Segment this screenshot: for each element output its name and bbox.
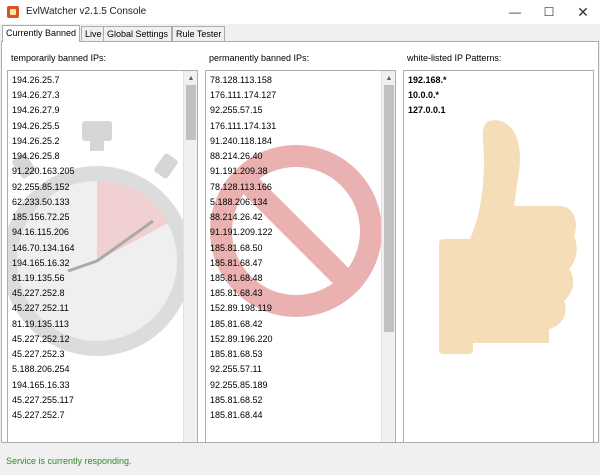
list-item[interactable]: 194.26.25.8: [12, 149, 60, 164]
list-item[interactable]: 81.19.135.56: [12, 271, 65, 286]
list-item[interactable]: 192.168.*: [408, 73, 447, 88]
tab-strip: Currently Banned Live Global Settings Ru…: [0, 25, 600, 42]
permanent-list[interactable]: ▲ ▼ 78.128.113.158176.111.174.12792.255.…: [205, 70, 396, 443]
list-item[interactable]: 194.26.25.2: [12, 134, 60, 149]
list-item[interactable]: 185.81.68.48: [210, 271, 263, 286]
tab-rule-tester[interactable]: Rule Tester: [172, 26, 226, 41]
list-item[interactable]: 185.156.72.25: [12, 210, 70, 225]
list-item[interactable]: 194.165.16.33: [12, 378, 70, 393]
list-item[interactable]: 185.81.68.44: [210, 408, 263, 423]
list-item[interactable]: 91.191.209.38: [210, 164, 268, 179]
list-item[interactable]: 91.240.118.184: [210, 134, 272, 149]
list-item[interactable]: 94.16.115.206: [12, 225, 69, 240]
close-button[interactable]: ✕: [566, 0, 600, 24]
scroll-up-icon[interactable]: ▲: [184, 71, 197, 85]
list-item[interactable]: 45.227.252.3: [12, 347, 65, 362]
list-item[interactable]: 92.255.85.152: [12, 180, 70, 195]
list-item[interactable]: 194.26.27.3: [12, 88, 60, 103]
minimize-button[interactable]: —: [498, 0, 532, 24]
list-item[interactable]: 176.111.174.127: [210, 88, 276, 103]
list-item[interactable]: 45.227.252.7: [12, 408, 65, 423]
list-item[interactable]: 185.81.68.43: [210, 286, 263, 301]
tab-live[interactable]: Live: [81, 26, 106, 41]
list-item[interactable]: 62.233.50.133: [12, 195, 70, 210]
maximize-button[interactable]: ☐: [532, 0, 566, 24]
permanent-scrollbar[interactable]: ▲ ▼: [381, 71, 396, 443]
list-item[interactable]: 88.214.26.40: [210, 149, 263, 164]
window-title: EvlWatcher v2.1.5 Console: [26, 6, 147, 17]
scroll-thumb[interactable]: [186, 85, 196, 140]
status-text: Service is currently responding.: [6, 456, 132, 466]
status-bar: Service is currently responding.: [0, 448, 600, 475]
scroll-down-icon[interactable]: ▼: [382, 442, 396, 443]
list-item[interactable]: 185.81.68.52: [210, 393, 263, 408]
tab-currently-banned[interactable]: Currently Banned: [2, 25, 81, 42]
list-item[interactable]: 176.111.174.131: [210, 119, 276, 134]
list-item[interactable]: 78.128.113.158: [210, 73, 272, 88]
list-item[interactable]: 5.188.206.134: [210, 195, 268, 210]
list-item[interactable]: 81.19.135.113: [12, 317, 69, 332]
list-item[interactable]: 194.26.25.7: [12, 73, 60, 88]
list-item[interactable]: 185.81.68.50: [210, 241, 263, 256]
list-item[interactable]: 91.191.209.122: [210, 225, 273, 240]
list-item[interactable]: 152.89.196.220: [210, 332, 273, 347]
list-item[interactable]: 45.227.252.12: [12, 332, 70, 347]
scroll-thumb[interactable]: [384, 85, 394, 332]
list-item[interactable]: 88.214.26.42: [210, 210, 263, 225]
list-item[interactable]: 45.227.252.8: [12, 286, 65, 301]
list-item[interactable]: 78.128.113.166: [210, 180, 272, 195]
tab-content-currently-banned: temporarily banned IPs: ▲ ▼ 194.26.25.71…: [1, 41, 599, 443]
list-item[interactable]: 185.81.68.53: [210, 347, 263, 362]
list-item[interactable]: 194.26.25.5: [12, 119, 60, 134]
temporary-label: temporarily banned IPs:: [11, 53, 107, 63]
list-item[interactable]: 185.81.68.47: [210, 256, 263, 271]
scroll-down-icon[interactable]: ▼: [184, 442, 198, 443]
list-item[interactable]: 10.0.0.*: [408, 88, 439, 103]
list-item[interactable]: 152.89.198.119: [210, 301, 272, 316]
whitelist-list[interactable]: 192.168.* 10.0.0.* 127.0.0.1: [403, 70, 594, 442]
list-item[interactable]: 185.81.68.42: [210, 317, 263, 332]
list-item[interactable]: 45.227.252.11: [12, 301, 69, 316]
list-item[interactable]: 146.70.134.164: [12, 241, 75, 256]
temporary-list[interactable]: ▲ ▼ 194.26.25.7194.26.27.3194.26.27.9194…: [7, 70, 198, 443]
list-item[interactable]: 194.165.16.32: [12, 256, 70, 271]
scroll-up-icon[interactable]: ▲: [382, 71, 395, 85]
app-icon: [7, 6, 19, 18]
list-item[interactable]: 127.0.0.1: [408, 103, 446, 118]
thumbs-up-icon: [439, 120, 577, 354]
list-item[interactable]: 5.188.206.254: [12, 362, 70, 377]
temporary-scrollbar[interactable]: ▲ ▼: [183, 71, 198, 443]
permanent-label: permanently banned IPs:: [209, 53, 310, 63]
tab-global-settings[interactable]: Global Settings: [103, 26, 173, 41]
list-item[interactable]: 45.227.255.117: [12, 393, 74, 408]
list-item[interactable]: 194.26.27.9: [12, 103, 60, 118]
list-item[interactable]: 92.255.57.11: [210, 362, 262, 377]
title-bar: EvlWatcher v2.1.5 Console — ☐ ✕: [0, 0, 600, 24]
list-item[interactable]: 92.255.57.15: [210, 103, 263, 118]
whitelist-label: white-listed IP Patterns:: [407, 53, 502, 63]
list-item[interactable]: 92.255.85.189: [210, 378, 268, 393]
list-item[interactable]: 91.220.163.205: [12, 164, 75, 179]
